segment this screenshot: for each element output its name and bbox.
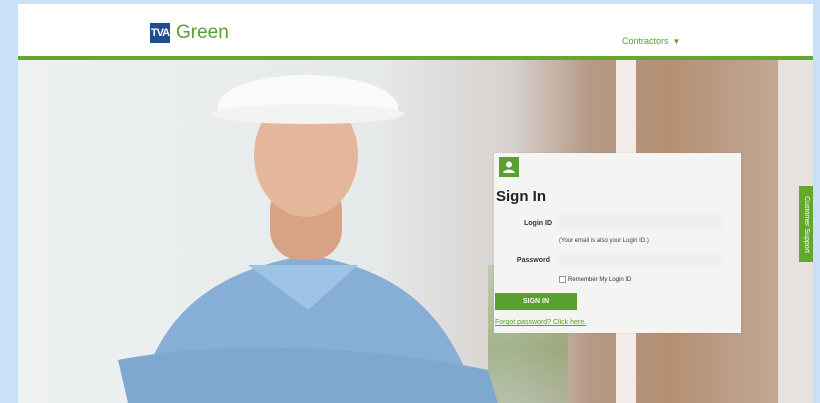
forgot-password-link[interactable]: Forgot password? Click here. bbox=[495, 319, 586, 326]
password-input[interactable] bbox=[559, 252, 721, 268]
page-frame: TVA Green Contractors ▼ Sign In Login ID… bbox=[18, 4, 813, 403]
hero-person bbox=[118, 75, 498, 403]
remember-login-option[interactable]: Remember My Login ID bbox=[559, 276, 631, 283]
login-id-label: Login ID bbox=[524, 220, 552, 227]
tva-logo-mark: TVA bbox=[150, 23, 170, 43]
chevron-down-icon: ▼ bbox=[672, 36, 681, 46]
site-header: TVA Green Contractors ▼ bbox=[18, 4, 813, 56]
customer-support-label: Customer Support bbox=[802, 195, 810, 253]
sign-in-button[interactable]: SIGN IN bbox=[495, 293, 577, 310]
sign-in-title: Sign In bbox=[496, 188, 546, 205]
contractors-dropdown[interactable]: Contractors ▼ bbox=[622, 36, 680, 46]
login-id-input[interactable] bbox=[559, 215, 721, 231]
contractors-label: Contractors bbox=[622, 36, 669, 46]
remember-label: Remember My Login ID bbox=[568, 276, 632, 283]
customer-support-tab[interactable]: Customer Support bbox=[799, 186, 813, 262]
site-logo[interactable]: TVA Green bbox=[150, 22, 229, 44]
logo-text: Green bbox=[176, 22, 229, 43]
login-id-hint: (Your email is also your Login ID.) bbox=[559, 238, 649, 244]
remember-checkbox[interactable] bbox=[559, 276, 566, 283]
password-label: Password bbox=[516, 257, 550, 264]
sign-in-card: Sign In Login ID (Your email is also you… bbox=[494, 153, 741, 333]
user-icon bbox=[499, 157, 519, 177]
hero-image: Sign In Login ID (Your email is also you… bbox=[18, 60, 813, 403]
